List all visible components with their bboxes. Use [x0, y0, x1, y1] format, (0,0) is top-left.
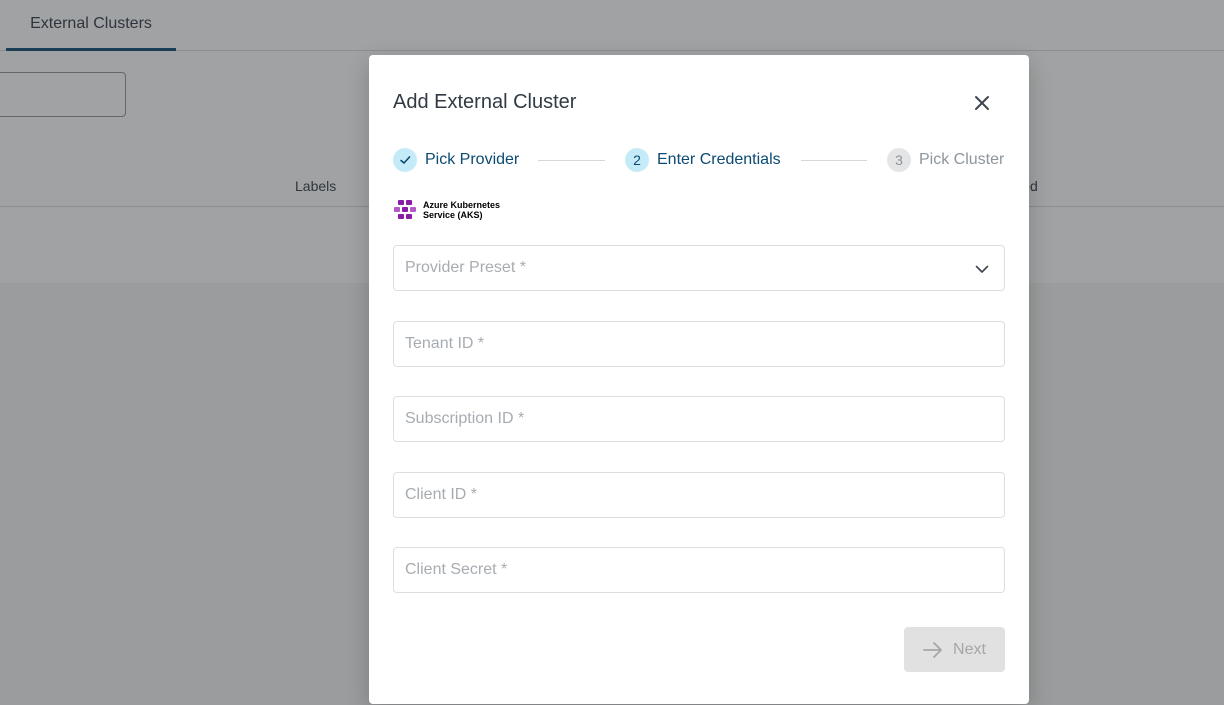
step-1-circle — [393, 148, 417, 172]
step-3-label: Pick Cluster — [919, 151, 1005, 168]
step-3-circle: 3 — [887, 148, 911, 172]
step-1-label: Pick Provider — [425, 151, 520, 168]
provider-name-line1: Azure Kubernetes — [423, 200, 501, 210]
provider-preset-placeholder: Provider Preset * — [405, 259, 526, 276]
subscription-id-input[interactable] — [405, 397, 1004, 441]
next-button[interactable]: Next — [904, 627, 1005, 672]
provider-logo: Azure Kubernetes Service (AKS) — [393, 200, 500, 220]
step-enter-credentials: 2 Enter Credentials — [625, 148, 781, 172]
step-connector — [801, 160, 867, 161]
client-secret-field — [393, 547, 1005, 593]
provider-preset-select[interactable]: Provider Preset * — [393, 245, 1005, 291]
subscription-id-field — [393, 396, 1005, 442]
dialog-title: Add External Cluster — [393, 91, 577, 113]
check-icon — [400, 156, 411, 164]
tenant-id-field — [393, 321, 1005, 367]
step-pick-provider[interactable]: Pick Provider — [393, 148, 519, 172]
close-button[interactable] — [969, 90, 995, 116]
step-connector — [538, 160, 605, 161]
step-2-label: Enter Credentials — [657, 151, 781, 168]
add-external-cluster-dialog: Add External Cluster Pick Provider 2 Ent… — [369, 55, 1029, 704]
aks-logo-icon — [394, 200, 416, 219]
provider-name-line2: Service (AKS) — [423, 210, 483, 220]
close-icon — [975, 96, 989, 110]
client-secret-input[interactable] — [405, 548, 1004, 592]
provider-name: Azure Kubernetes Service (AKS) — [423, 200, 500, 220]
client-id-input[interactable] — [405, 473, 1004, 517]
stepper: Pick Provider 2 Enter Credentials 3 Pick… — [393, 148, 1005, 172]
chevron-down-icon — [975, 265, 989, 273]
arrow-right-icon — [923, 641, 942, 658]
step-pick-cluster: 3 Pick Cluster — [887, 148, 1004, 172]
next-button-label: Next — [953, 640, 986, 658]
client-id-field — [393, 472, 1005, 518]
tenant-id-input[interactable] — [405, 322, 1004, 366]
step-2-circle: 2 — [625, 148, 649, 172]
